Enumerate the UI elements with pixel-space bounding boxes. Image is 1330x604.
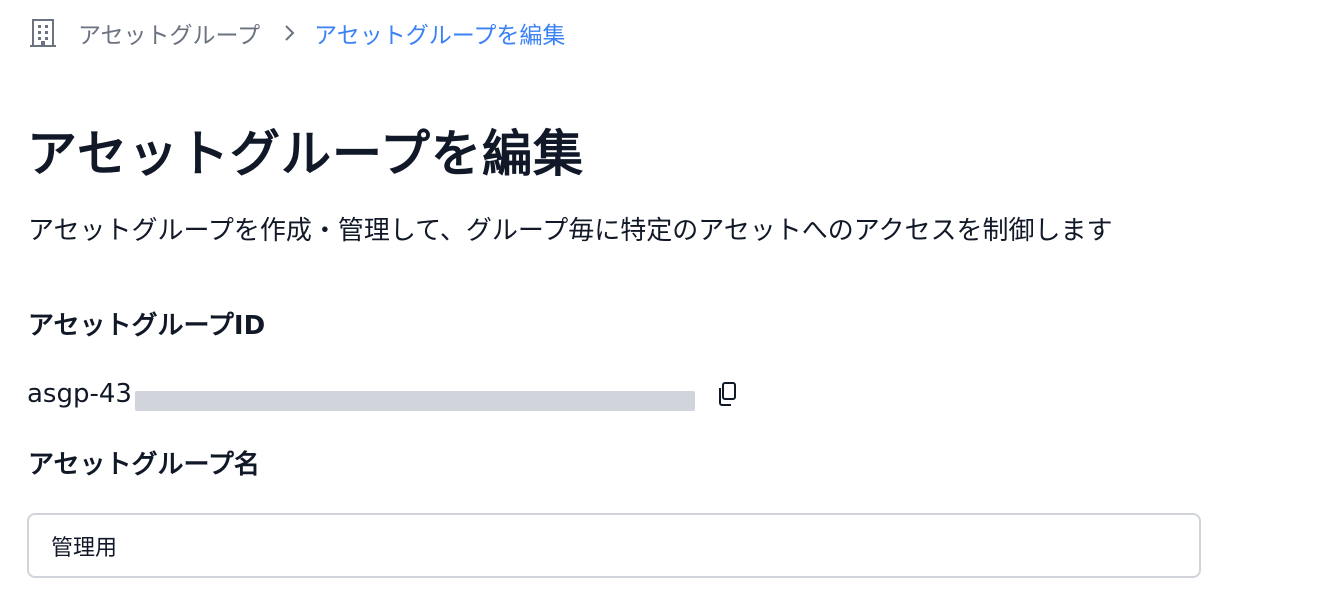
asset-group-id-value: asgp-43 <box>27 379 698 411</box>
breadcrumb: アセットグループ アセットグループを編集 <box>30 16 565 50</box>
chevron-right-icon <box>284 24 296 42</box>
asset-group-id-text: asgp-43 <box>27 379 132 409</box>
page-title: アセットグループを編集 <box>27 125 584 183</box>
asset-group-name-label: アセットグループ名 <box>28 450 260 480</box>
copy-icon[interactable] <box>716 381 738 407</box>
asset-group-id-label: アセットグループID <box>28 311 266 341</box>
breadcrumb-current: アセットグループを編集 <box>314 23 566 49</box>
redacted-id-bar <box>135 391 695 411</box>
building-icon <box>30 18 56 48</box>
asset-group-name-input[interactable] <box>27 513 1201 578</box>
page-description: アセットグループを作成・管理して、グループ毎に特定のアセットへのアクセスを制御し… <box>28 216 1113 246</box>
breadcrumb-link-asset-groups[interactable]: アセットグループ <box>78 16 260 50</box>
asset-group-id-row: asgp-43 <box>27 372 738 416</box>
